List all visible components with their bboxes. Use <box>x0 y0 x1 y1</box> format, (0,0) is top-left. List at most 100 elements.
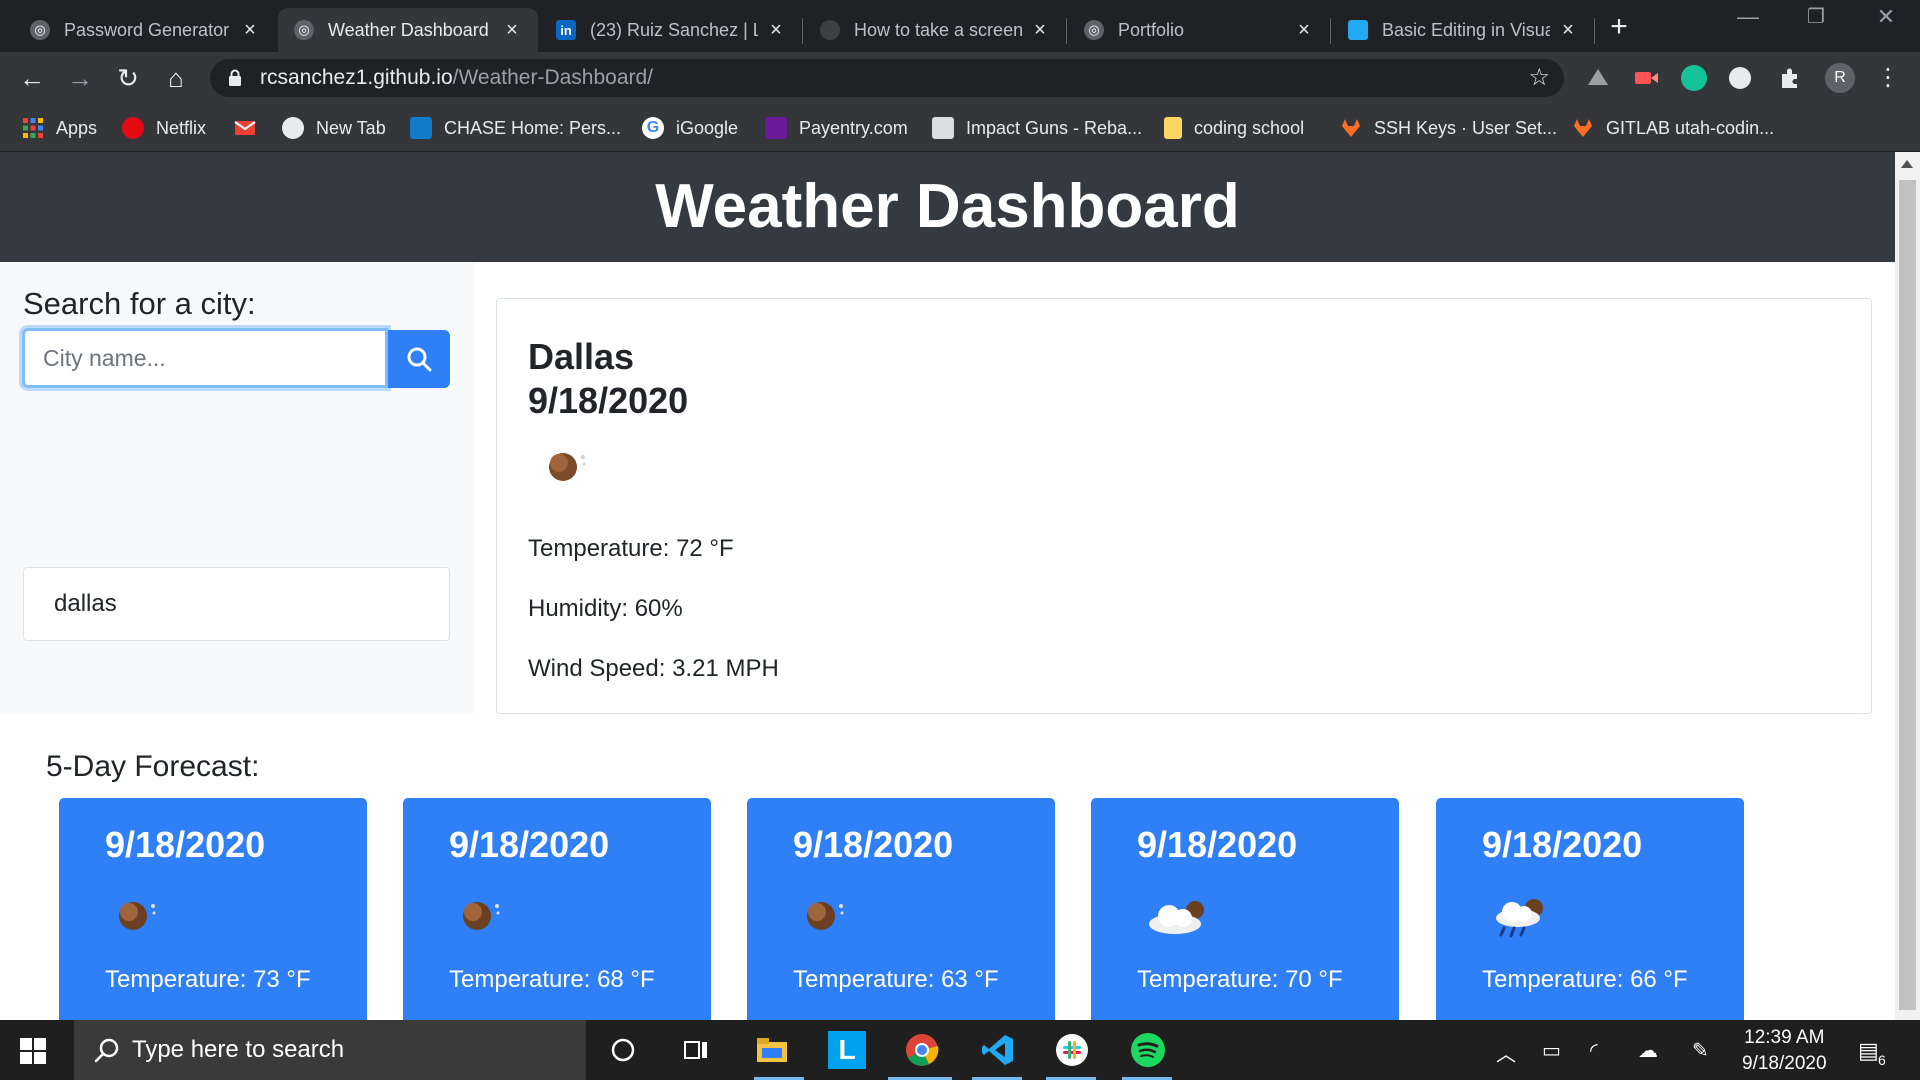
scrollbar-thumb[interactable] <box>1899 180 1916 1010</box>
bookmark-gmail[interactable] <box>234 114 268 142</box>
chrome-icon[interactable] <box>904 1032 940 1068</box>
menu-kebab-icon[interactable]: ⋮ <box>1870 60 1906 96</box>
file-explorer-icon[interactable] <box>754 1032 790 1068</box>
windows-taskbar: Type here to search L ︿ ▭ ◜ ☁ ✎ 12:39 AM… <box>0 1020 1920 1080</box>
bookmark-star-icon[interactable]: ☆ <box>1528 59 1550 97</box>
forecast-date: 9/18/2020 <box>1137 824 1298 865</box>
payentry-icon <box>765 117 787 139</box>
vscode-icon[interactable] <box>980 1032 1016 1068</box>
bookmark-label: Impact Guns - Reba... <box>966 117 1143 138</box>
tab-password-generator[interactable]: ◎ Password Generator × <box>14 8 276 52</box>
rain-night-icon <box>1490 896 1552 947</box>
page-title: Weather Dashboard <box>0 152 1895 262</box>
address-bar[interactable]: rcsanchez1.github.io/Weather-Dashboard/ … <box>210 59 1564 97</box>
tab-portfolio[interactable]: ◎ Portfolio × <box>1068 8 1330 52</box>
taskbar-search-box[interactable]: Type here to search <box>74 1020 586 1080</box>
tab-close-icon[interactable]: × <box>240 19 260 42</box>
onedrive-cloud-icon[interactable]: ☁ <box>1638 1038 1658 1063</box>
current-date: 9/18/2020 <box>528 380 689 421</box>
gitlab-icon <box>1342 119 1360 137</box>
show-hidden-icons-chevron-icon[interactable]: ︿ <box>1496 1038 1516 1067</box>
page-scrollbar[interactable] <box>1895 152 1920 1020</box>
netflix-icon <box>122 117 144 139</box>
forecast-temperature: Temperature: 66 °F <box>1482 966 1688 993</box>
pen-workspace-icon[interactable]: ✎ <box>1692 1038 1709 1063</box>
bookmark-coding-school[interactable]: coding school <box>1164 114 1304 142</box>
tab-separator <box>1594 18 1595 44</box>
forecast-card: 9/18/2020 Temperature: 63 °F <box>747 798 1055 1020</box>
current-wind-speed: Wind Speed: 3.21 MPH <box>528 655 779 682</box>
spotify-icon[interactable] <box>1130 1032 1166 1068</box>
task-view-icon[interactable] <box>678 1032 714 1068</box>
page-viewport: Weather Dashboard Search for a city: dal… <box>0 152 1895 1020</box>
bookmark-apps[interactable]: Apps <box>22 114 97 142</box>
clear-night-icon <box>547 447 589 488</box>
city-search-input[interactable] <box>22 328 388 388</box>
windows-start-icon[interactable] <box>20 1038 46 1064</box>
current-weather-card: Dallas 9/18/2020 Temperature: 72 °F Humi… <box>496 298 1872 714</box>
bookmark-chase[interactable]: CHASE Home: Pers... <box>410 114 621 142</box>
browser-tab-strip: ◎ Password Generator × ◎ Weather Dashboa… <box>0 0 1920 52</box>
close-window-icon[interactable]: ✕ <box>1856 4 1916 30</box>
tab-title: (23) Ruiz Sanchez | Li <box>590 19 758 40</box>
home-icon[interactable]: ⌂ <box>158 60 194 96</box>
search-heading: Search for a city: <box>23 286 256 321</box>
lexia-l-icon[interactable]: L <box>828 1031 866 1069</box>
gitlab-icon <box>1574 119 1592 137</box>
tab-linkedin[interactable]: in (23) Ruiz Sanchez | Li × <box>540 8 802 52</box>
bookmark-label: Netflix <box>156 117 207 138</box>
bookmark-netflix[interactable]: Netflix <box>122 114 206 142</box>
search-button[interactable] <box>388 330 450 388</box>
google-drive-icon[interactable] <box>1585 65 1611 91</box>
screencastify-icon[interactable] <box>1633 65 1659 91</box>
bookmark-gitlab[interactable]: GITLAB utah-codin... <box>1572 114 1774 142</box>
tab-close-icon[interactable]: × <box>1294 19 1314 42</box>
tab-close-icon[interactable]: × <box>766 19 786 42</box>
restore-icon[interactable]: ❐ <box>1786 4 1846 29</box>
forecast-date: 9/18/2020 <box>1482 824 1643 865</box>
forecast-temperature: Temperature: 63 °F <box>793 966 999 993</box>
bookmark-payentry[interactable]: Payentry.com <box>765 114 908 142</box>
wifi-icon[interactable]: ◜ <box>1590 1038 1598 1063</box>
forecast-date: 9/18/2020 <box>449 824 610 865</box>
slack-icon[interactable] <box>1054 1032 1090 1068</box>
profile-avatar[interactable]: R <box>1825 63 1855 93</box>
chase-icon <box>410 117 432 139</box>
google-icon: G <box>642 117 664 139</box>
battery-icon[interactable]: ▭ <box>1542 1038 1561 1063</box>
tab-screenshot-howto[interactable]: How to take a screen × <box>804 8 1066 52</box>
clear-night-icon <box>805 896 847 937</box>
bookmark-ssh-keys[interactable]: SSH Keys · User Set... <box>1340 114 1557 142</box>
tab-weather-dashboard[interactable]: ◎ Weather Dashboard × <box>278 8 538 52</box>
globe-icon <box>282 117 304 139</box>
search-history-item[interactable]: dallas <box>23 567 450 641</box>
reload-icon[interactable]: ↻ <box>110 60 146 96</box>
tab-title: How to take a screen <box>854 19 1022 40</box>
tab-vscode-docs[interactable]: Basic Editing in Visua × <box>1332 8 1594 52</box>
cloudy-night-icon <box>1145 896 1211 941</box>
forecast-card: 9/18/2020 Temperature: 70 °F <box>1091 798 1399 1020</box>
tab-separator <box>802 18 803 44</box>
tab-close-icon[interactable]: × <box>1558 19 1578 42</box>
bookmark-label: New Tab <box>316 117 386 138</box>
search-icon <box>94 1038 119 1063</box>
search-icon <box>407 347 432 372</box>
forward-icon[interactable]: → <box>62 60 98 96</box>
cortana-icon[interactable] <box>605 1032 641 1068</box>
bookmarks-bar: Apps Netflix New Tab CHASE Home: Pers...… <box>0 104 1920 152</box>
forecast-temperature: Temperature: 68 °F <box>449 966 655 993</box>
tab-close-icon[interactable]: × <box>502 19 522 42</box>
new-tab-icon[interactable]: + <box>1604 10 1634 44</box>
bookmark-impact-guns[interactable]: Impact Guns - Reba... <box>932 114 1142 142</box>
back-icon[interactable]: ← <box>14 60 50 96</box>
extensions-puzzle-icon[interactable] <box>1777 65 1803 91</box>
extension-circle-icon[interactable] <box>1729 67 1751 89</box>
minimize-icon[interactable]: — <box>1718 4 1778 30</box>
grammarly-icon[interactable] <box>1681 65 1707 91</box>
action-center-icon[interactable]: ▤ <box>1858 1038 1879 1064</box>
scroll-up-arrow-icon[interactable] <box>1901 160 1913 168</box>
bookmark-new-tab[interactable]: New Tab <box>282 114 386 142</box>
taskbar-clock[interactable]: 12:39 AM 9/18/2020 <box>1742 1025 1827 1077</box>
tab-close-icon[interactable]: × <box>1030 19 1050 42</box>
bookmark-igoogle[interactable]: G iGoogle <box>642 114 738 142</box>
